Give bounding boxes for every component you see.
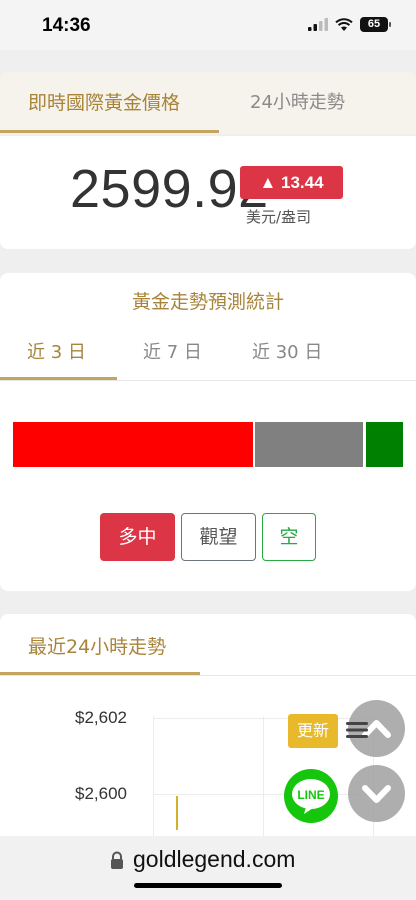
status-bar: 14:36 65	[0, 0, 416, 50]
browser-url-bar[interactable]: goldlegend.com	[0, 836, 416, 900]
lock-icon	[111, 851, 123, 869]
short-button[interactable]: 空	[262, 513, 316, 561]
long-button[interactable]: 多中	[100, 513, 175, 561]
trend-divider	[0, 675, 416, 676]
signal-icon	[308, 18, 328, 31]
status-time: 14:36	[42, 15, 91, 36]
wifi-icon	[335, 17, 353, 31]
line-logo-text: LINE	[297, 788, 324, 802]
scroll-down-button[interactable]	[348, 765, 405, 822]
url-text[interactable]: goldlegend.com	[133, 846, 295, 873]
active-tab-underline	[0, 130, 219, 133]
status-icons: 65	[308, 17, 391, 32]
tab-30-days[interactable]: 近 30 日	[252, 338, 322, 364]
price-unit: 美元/盎司	[246, 208, 312, 226]
chart-gridline	[263, 716, 264, 846]
forecast-title: 黃金走勢預測統計	[131, 291, 284, 313]
forecast-card: 黃金走勢預測統計 近 3 日 近 7 日 近 30 日 多中 觀望 空	[0, 273, 416, 591]
gold-price: 2599.92	[70, 159, 269, 219]
tab-7-days[interactable]: 近 7 日	[143, 338, 202, 364]
y-tick-label: $2,600	[75, 784, 127, 803]
price-card: 2599.92 ▲ 13.44 美元/盎司	[0, 136, 416, 249]
line-share-button[interactable]: LINE	[284, 769, 338, 823]
chevron-down-icon	[362, 785, 391, 803]
forecast-tab-divider	[0, 380, 416, 381]
chart-gridline	[153, 718, 373, 719]
trend-title: 最近24小時走勢	[28, 636, 167, 658]
price-tab-bar: 即時國際黃金價格 24小時走勢	[0, 72, 416, 134]
tab-24h-trend[interactable]: 24小時走勢	[250, 72, 345, 134]
price-line-segment	[176, 796, 178, 830]
price-change-badge: ▲ 13.44	[240, 166, 343, 199]
watch-button[interactable]: 觀望	[181, 513, 256, 561]
home-indicator[interactable]	[134, 883, 282, 888]
forecast-bar-short	[366, 422, 403, 467]
chart-gridline	[153, 794, 373, 795]
line-logo-icon: LINE	[292, 779, 330, 814]
tab-live-price[interactable]: 即時國際黃金價格	[28, 72, 180, 134]
forecast-bar-long	[13, 422, 253, 467]
tab-3-days[interactable]: 近 3 日	[27, 338, 86, 364]
battery-icon: 65	[360, 17, 391, 32]
chart-gridline	[153, 716, 154, 846]
y-tick-label: $2,602	[75, 708, 127, 727]
menu-icon[interactable]	[346, 720, 368, 740]
forecast-bar-neutral	[255, 422, 363, 467]
refresh-button[interactable]: 更新	[288, 714, 338, 748]
